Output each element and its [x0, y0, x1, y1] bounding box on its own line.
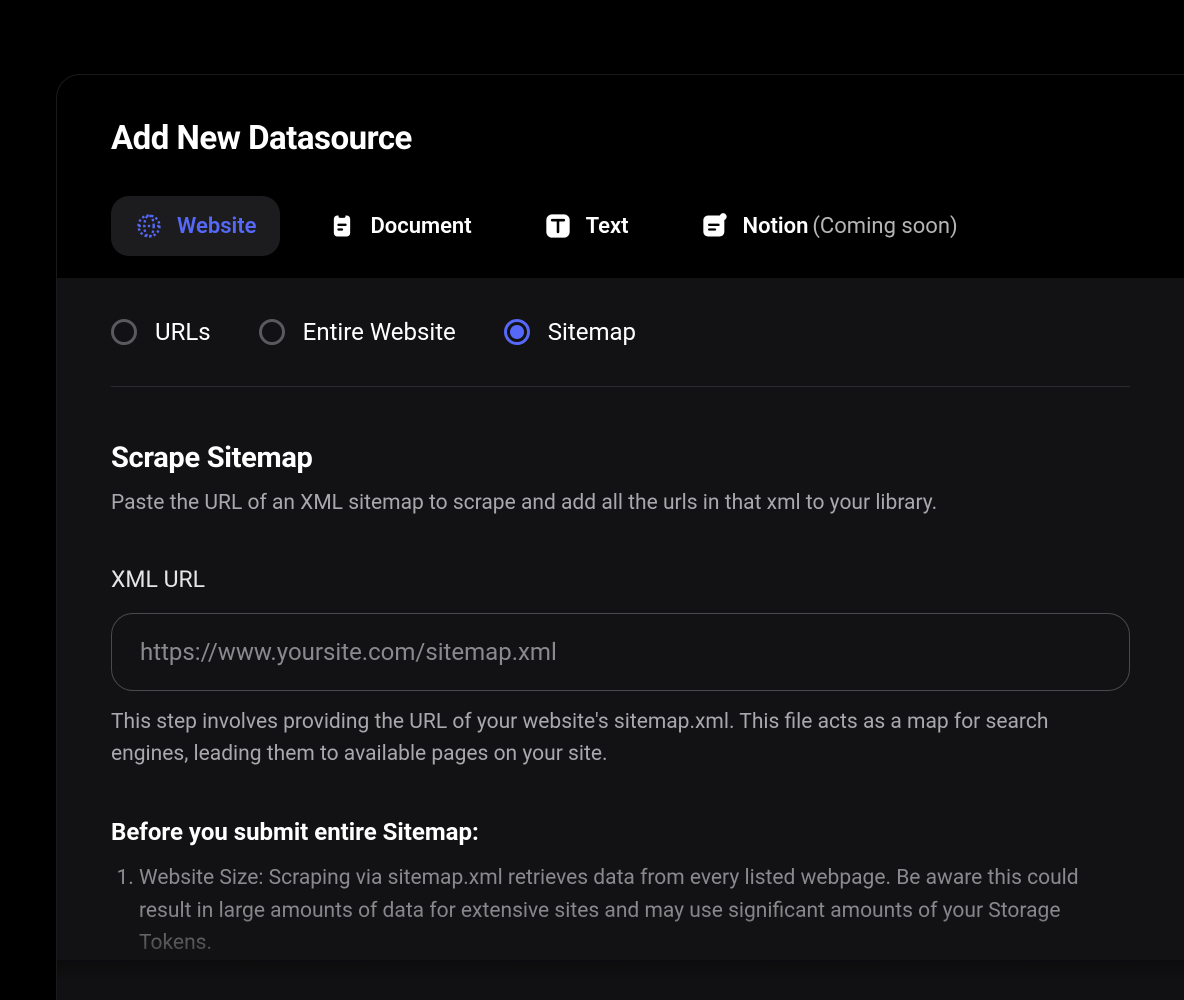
text-icon: [544, 212, 572, 240]
radio-sitemap[interactable]: Sitemap: [504, 318, 636, 346]
tab-label: Notion: [743, 214, 809, 239]
warning-item: Website Size: Scraping via sitemap.xml r…: [139, 862, 1130, 960]
radio-circle-icon: [504, 319, 530, 345]
datasource-type-tabs: Website Document Text: [57, 158, 1184, 256]
radio-label: Entire Website: [303, 318, 456, 346]
section-description: Paste the URL of an XML sitemap to scrap…: [111, 489, 1130, 518]
notion-icon: [701, 212, 729, 240]
warning-title: Before you submit entire Sitemap:: [111, 818, 1130, 846]
xml-url-input[interactable]: [111, 613, 1130, 691]
radio-urls[interactable]: URLs: [111, 318, 211, 346]
warning-section: Before you submit entire Sitemap: Websit…: [111, 818, 1130, 960]
radio-label: Sitemap: [548, 318, 636, 346]
radio-entire-website[interactable]: Entire Website: [259, 318, 456, 346]
tab-text[interactable]: Text: [520, 196, 653, 256]
tab-document[interactable]: Document: [304, 196, 495, 256]
section-title: Scrape Sitemap: [111, 441, 1130, 475]
radio-circle-icon: [259, 319, 285, 345]
tab-label: Document: [370, 214, 471, 239]
radio-circle-icon: [111, 319, 137, 345]
radio-label: URLs: [155, 318, 211, 346]
warning-list: Website Size: Scraping via sitemap.xml r…: [111, 862, 1130, 960]
tab-label: Text: [586, 214, 629, 239]
modal-header: Add New Datasource: [57, 75, 1184, 158]
field-label: XML URL: [111, 566, 205, 593]
clipboard-icon: [328, 212, 356, 240]
modal-title: Add New Datasource: [111, 119, 1130, 158]
tab-notion[interactable]: Notion (Coming soon): [677, 196, 982, 256]
tab-website[interactable]: Website: [111, 196, 280, 256]
field-help-text: This step involves providing the URL of …: [111, 707, 1130, 770]
content-area: URLs Entire Website Sitemap Scrape Sitem…: [57, 278, 1184, 960]
tab-suffix: (Coming soon): [812, 214, 957, 239]
add-datasource-modal: Add New Datasource Website: [56, 74, 1184, 1000]
scrape-sitemap-section: Scrape Sitemap Paste the URL of an XML s…: [111, 441, 1130, 518]
xml-url-field: XML URL This step involves providing the…: [111, 566, 1130, 770]
tab-label: Website: [177, 214, 256, 239]
scrape-mode-radios: URLs Entire Website Sitemap: [111, 318, 1130, 387]
globe-icon: [135, 212, 163, 240]
